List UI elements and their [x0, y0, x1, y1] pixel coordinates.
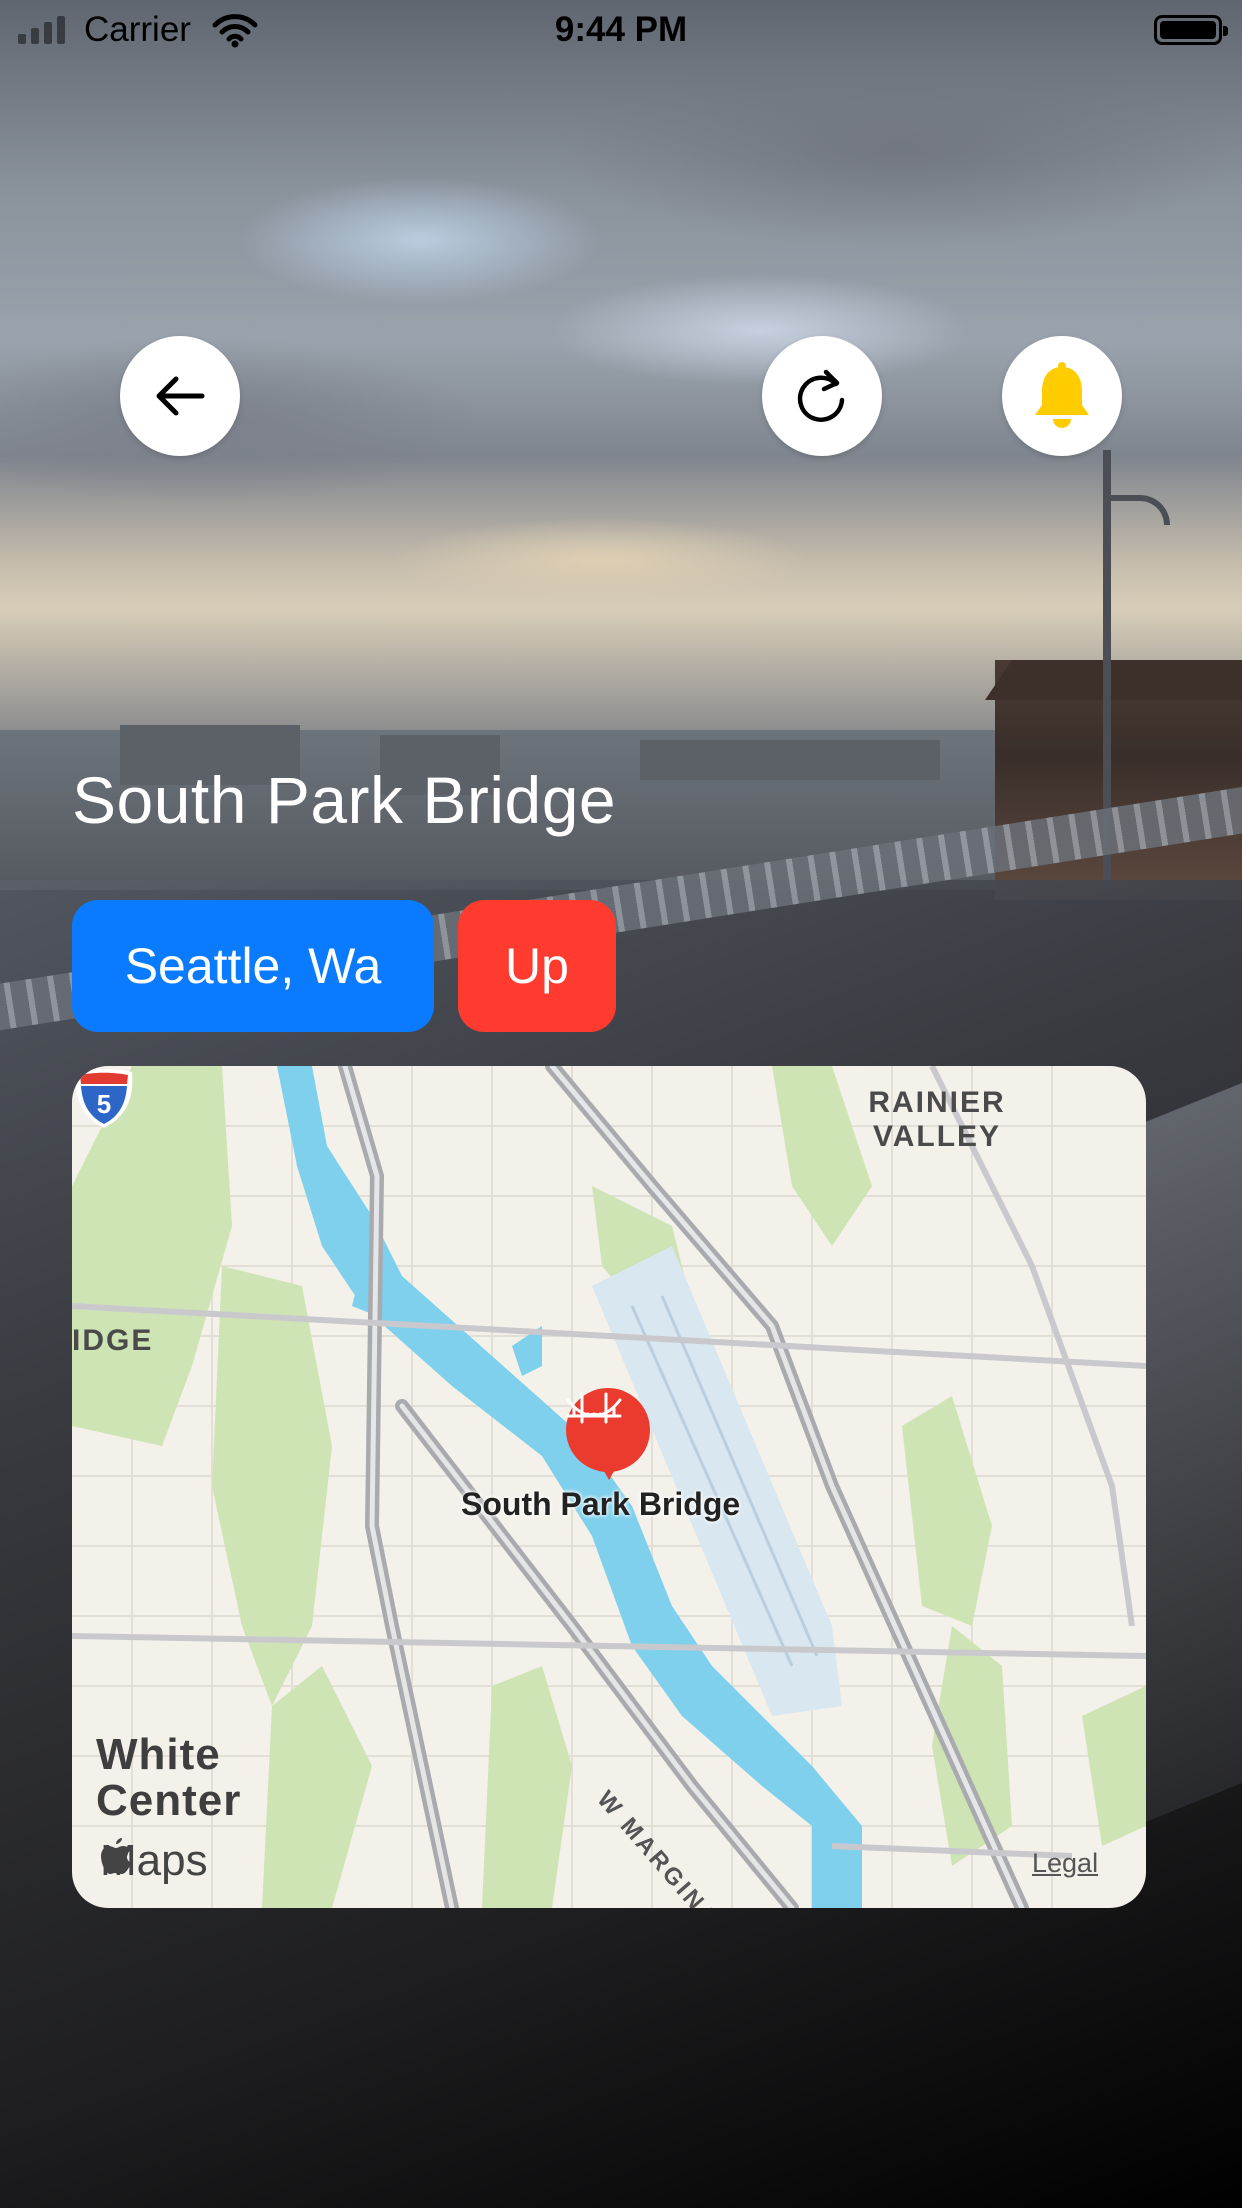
bridge-tower-roof [985, 660, 1242, 700]
map-label-rainier-valley: RAINIER VALLEY [868, 1086, 1006, 1153]
interstate-shield-icon: 5 [75, 1069, 133, 1128]
bridge-icon [566, 1392, 622, 1424]
status-badge[interactable]: Up [458, 900, 616, 1032]
notify-button[interactable] [1002, 336, 1122, 456]
refresh-icon [797, 369, 845, 422]
legal-link[interactable]: Legal [1032, 1848, 1098, 1879]
back-button[interactable] [120, 336, 240, 456]
map-label-ridge: IDGE [72, 1324, 154, 1357]
map-pin-label: South Park Bridge [461, 1486, 741, 1522]
bell-icon [1035, 362, 1089, 428]
distant-building [640, 740, 940, 780]
arrow-left-icon [156, 376, 205, 416]
location-badge[interactable]: Seattle, Wa [72, 900, 434, 1032]
bridge-name: South Park Bridge [72, 763, 617, 837]
battery-icon [1154, 15, 1228, 45]
apple-logo-icon [101, 1838, 131, 1874]
map-label-white-center: White Center [96, 1730, 242, 1825]
maps-attribution: Maps [100, 1836, 208, 1886]
map-pin[interactable] [566, 1388, 650, 1472]
clock: 9:44 PM [554, 10, 688, 49]
interstate-number: 5 [97, 1089, 111, 1119]
refresh-button[interactable] [762, 336, 882, 456]
status-bar: Carrier 9:44 PM [0, 0, 1242, 60]
map-view[interactable]: 5 RAINIER VALLEY IDGE W MARGINAL WAY S W… [72, 1066, 1146, 1908]
map-pin-tail [600, 1464, 618, 1480]
